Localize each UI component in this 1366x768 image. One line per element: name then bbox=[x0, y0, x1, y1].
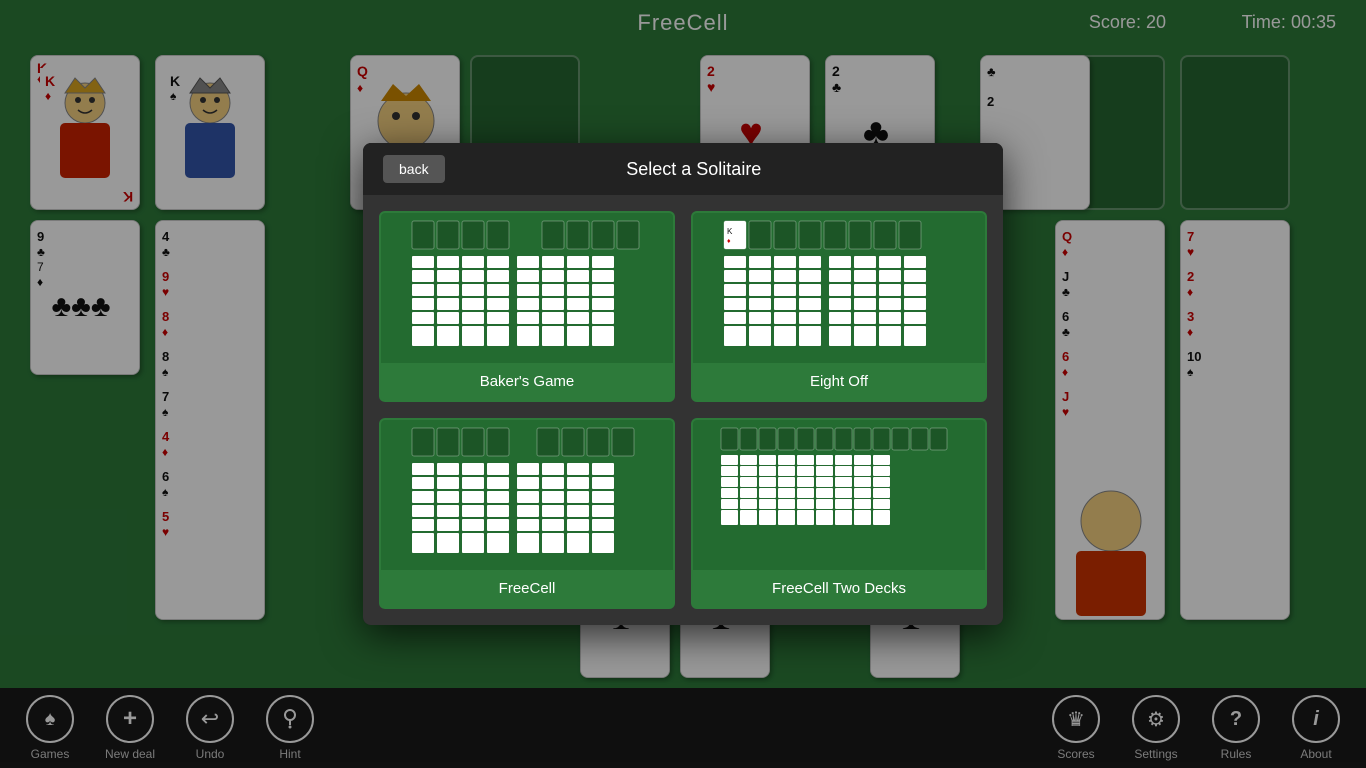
game-option-bakers-game[interactable]: Baker's Game bbox=[379, 211, 675, 402]
eight-off-preview: K ♦ bbox=[693, 213, 985, 363]
freecell-two-decks-label: FreeCell Two Decks bbox=[693, 570, 985, 607]
freecell-two-decks-preview bbox=[693, 420, 985, 570]
modal-header: back Select a Solitaire bbox=[363, 143, 1003, 195]
bakers-game-preview bbox=[381, 213, 673, 363]
game-option-freecell-two-decks[interactable]: FreeCell Two Decks bbox=[691, 418, 987, 609]
modal-back-button[interactable]: back bbox=[383, 155, 445, 183]
freecell-preview bbox=[381, 420, 673, 570]
modal-body: Baker's Game bbox=[363, 195, 1003, 625]
svg-text:♦: ♦ bbox=[727, 238, 731, 245]
bakers-game-label: Baker's Game bbox=[381, 363, 673, 400]
select-solitaire-modal: back Select a Solitaire bbox=[363, 143, 1003, 625]
eight-off-label: Eight Off bbox=[693, 363, 985, 400]
modal-overlay: back Select a Solitaire bbox=[0, 0, 1366, 768]
freecell-label: FreeCell bbox=[381, 570, 673, 607]
game-option-eight-off[interactable]: K ♦ bbox=[691, 211, 987, 402]
modal-title: Select a Solitaire bbox=[465, 159, 923, 180]
game-option-freecell[interactable]: FreeCell bbox=[379, 418, 675, 609]
svg-text:K: K bbox=[727, 227, 733, 236]
